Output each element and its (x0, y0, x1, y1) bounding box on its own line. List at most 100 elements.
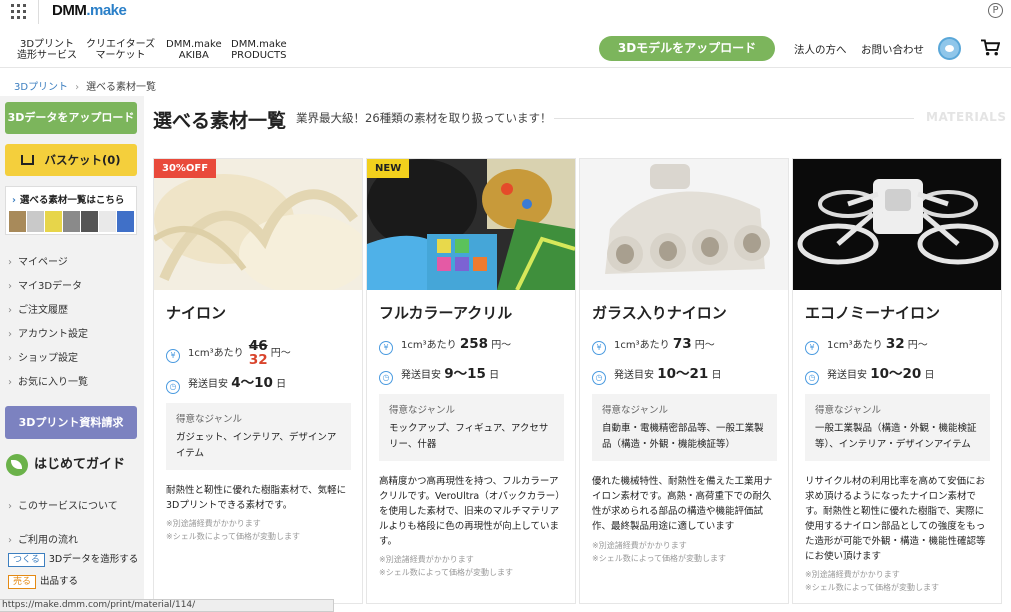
shipping-row: ◷ 発送目安 9〜15 日 (379, 362, 499, 385)
point-icon[interactable]: P (988, 3, 1003, 18)
material-list-banner[interactable]: 選べる素材一覧はこちら (5, 186, 137, 235)
ship-suffix: 日 (924, 370, 935, 381)
sidebar-item-account-settings[interactable]: アカウント設定 (8, 325, 88, 340)
title-divider (554, 118, 914, 119)
genre-value: 一般工業製品（構造・外観・機能検証等）、インテリア・デザインアイテム (815, 423, 977, 450)
corporate-link[interactable]: 法人の方へ (794, 42, 847, 57)
basket-icon (21, 155, 35, 165)
link-status-bar: https://make.dmm.com/print/material/114/ (0, 599, 334, 612)
note-line: ※別途諸経費がかかります (592, 541, 687, 550)
step-tag-sell: 売る (8, 575, 37, 589)
apps-grid-icon[interactable] (11, 4, 26, 19)
genre-box: 得意なジャンル モックアップ、フィギュア、アクセサリー、什器 (379, 394, 564, 461)
ship-days: 10〜21 (657, 366, 709, 382)
material-card-nylon[interactable]: 30%OFF ナイロン ¥1cm³あたり 46 32 円〜 ◷ 発送目安 4〜10… (153, 158, 363, 604)
nav-akiba[interactable]: DMM.make AKIBA (166, 39, 222, 61)
sidebar: 3Dデータをアップロード バスケット(0) 選べる素材一覧はこちら マイページ … (0, 96, 144, 612)
material-banner-label: 選べる素材一覧はこちら (12, 192, 125, 206)
price-suffix: 円〜 (270, 348, 291, 359)
basket-button[interactable]: バスケット(0) (5, 144, 137, 176)
yen-icon: ¥ (805, 341, 819, 355)
nav-label: 3Dプリント (19, 39, 75, 50)
clock-icon: ◷ (592, 371, 606, 385)
guide-item-flow[interactable]: ご利用の流れ (8, 531, 78, 546)
material-thumbnails (9, 211, 134, 232)
nav-label: AKIBA (178, 50, 209, 61)
logo-divider (38, 0, 39, 24)
clock-icon: ◷ (166, 380, 180, 394)
clock-icon: ◷ (805, 371, 819, 385)
ship-suffix: 日 (276, 379, 287, 390)
material-description: リサイクル材の利用比率を高めて安価にお求め頂けるようになったナイロン素材です。耐… (805, 476, 986, 562)
genre-label: 得意なジャンル (389, 405, 456, 416)
ship-suffix: 日 (711, 370, 722, 381)
material-card-fullcolor-acrylic[interactable]: NEW フルカラーアクリル ¥1cm³あたり 258 円〜 ◷ 発送目安 9〜15… (366, 158, 576, 604)
nav-label: クリエイターズ (86, 39, 156, 50)
sidebar-item-favorites[interactable]: お気に入り一覧 (8, 373, 88, 388)
guide-step-sell[interactable]: 売る 出品する (8, 573, 78, 589)
genre-value: モックアップ、フィギュア、アクセサリー、什器 (389, 423, 549, 450)
shipping-row: ◷ 発送目安 10〜20 日 (805, 362, 934, 385)
sidebar-upload-button[interactable]: 3Dデータをアップロード (5, 102, 137, 134)
price-prefix: 1cm³あたり (827, 340, 883, 351)
new-badge: NEW (367, 159, 410, 178)
genre-box: 得意なジャンル ガジェット、インテリア、デザインアイテム (166, 403, 351, 470)
price-row: ¥1cm³あたり 258 円〜 (379, 336, 511, 355)
cart-icon[interactable] (981, 39, 1000, 57)
notes: ※別途諸経費がかかります ※シェル数によって価格が変動します (166, 517, 300, 543)
genre-box: 得意なジャンル 自動車・電機精密部品等、一般工業製品（構造・外観・機能検証等） (592, 394, 777, 461)
material-name: ナイロン (166, 304, 227, 322)
material-card-economy-nylon[interactable]: エコノミーナイロン ¥1cm³あたり 32 円〜 ◷ 発送目安 10〜20 日 得… (792, 158, 1002, 604)
ship-prefix: 発送目安 (827, 370, 867, 381)
material-card-glass-nylon[interactable]: ガラス入りナイロン ¥1cm³あたり 73 円〜 ◷ 発送目安 10〜21 日 得… (579, 158, 789, 604)
guide-item-about[interactable]: このサービスについて (8, 497, 118, 512)
request-brochure-button[interactable]: 3Dプリント資料請求 (5, 406, 137, 439)
sidebar-item-my3ddata[interactable]: マイ3Dデータ (8, 277, 82, 292)
ship-prefix: 発送目安 (188, 379, 228, 390)
price-value: 73 (672, 336, 692, 352)
leaf-icon (6, 453, 28, 476)
price-prefix: 1cm³あたり (614, 340, 670, 351)
ship-days: 9〜15 (444, 366, 486, 382)
nav-label: DMM.make (231, 39, 287, 50)
old-price: 46 (248, 338, 268, 354)
notes: ※別途諸経費がかかります ※シェル数によって価格が変動します (592, 539, 726, 565)
price-value: 32 (248, 352, 268, 368)
price-suffix: 円〜 (694, 340, 715, 351)
note-line: ※別途諸経費がかかります (805, 570, 900, 579)
ship-prefix: 発送目安 (401, 370, 441, 381)
dmm-make-logo[interactable]: DMM.make (52, 2, 127, 19)
notes: ※別途諸経費がかかります ※シェル数によって価格が変動します (805, 568, 939, 594)
price-prefix: 1cm³あたり (188, 348, 244, 359)
material-name: フルカラーアクリル (379, 304, 513, 322)
nav-3d-print[interactable]: 3Dプリント 造形サービス (17, 39, 77, 61)
logo-accent-text: .make (86, 2, 127, 19)
sidebar-item-order-history[interactable]: ご注文履歴 (8, 301, 68, 316)
page-subtitle: 業界最大級！26種類の素材を取り扱っています！ (296, 111, 552, 125)
notes: ※別途諸経費がかかります ※シェル数によって価格が変動します (379, 553, 513, 579)
nav-label: マーケット (95, 50, 146, 61)
upload-3d-model-button[interactable]: 3Dモデルをアップロード (599, 36, 775, 61)
genre-label: 得意なジャンル (176, 414, 243, 425)
price-suffix: 円〜 (907, 340, 928, 351)
yen-icon: ¥ (592, 341, 606, 355)
basket-label: バスケット(0) (44, 153, 121, 167)
material-name: エコノミーナイロン (805, 304, 941, 322)
note-line: ※シェル数によって価格が変動します (379, 568, 514, 577)
price-prefix: 1cm³あたり (401, 340, 457, 351)
sidebar-item-mypage[interactable]: マイページ (8, 253, 68, 268)
genre-value: ガジェット、インテリア、デザインアイテム (176, 432, 337, 459)
genre-box: 得意なジャンル 一般工業製品（構造・外観・機能検証等）、インテリア・デザインアイ… (805, 394, 990, 461)
shipping-row: ◷ 発送目安 4〜10 日 (166, 371, 286, 394)
contact-link[interactable]: お問い合わせ (861, 42, 924, 57)
sidebar-item-shop-settings[interactable]: ショップ設定 (8, 349, 78, 364)
nav-products[interactable]: DMM.make PRODUCTS (231, 39, 287, 61)
user-avatar-icon[interactable] (938, 37, 961, 60)
breadcrumb-home-link[interactable]: 3Dプリント (14, 82, 68, 93)
genre-value: 自動車・電機精密部品等、一般工業製品（構造・外観・機能検証等） (602, 423, 764, 450)
guide-step-make[interactable]: つくる 3Dデータを造形する (8, 551, 138, 567)
ship-days: 4〜10 (231, 375, 273, 391)
breadcrumb-current: 選べる素材一覧 (86, 82, 157, 93)
nav-creators-market[interactable]: クリエイターズ マーケット (86, 39, 155, 61)
note-line: ※シェル数によって価格が変動します (166, 532, 301, 541)
